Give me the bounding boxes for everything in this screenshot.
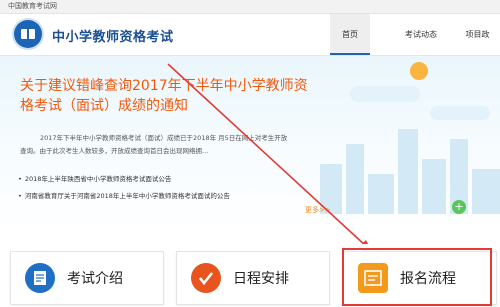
arrow-line xyxy=(167,63,367,247)
card-label: 日程安排 xyxy=(233,271,289,287)
card-exam-intro[interactable]: 考试介绍 xyxy=(10,251,164,305)
schedule-check-icon xyxy=(191,263,221,293)
card-label: 考试介绍 xyxy=(67,271,123,287)
exam-intro-icon xyxy=(25,263,55,293)
highlight-box xyxy=(342,248,492,306)
card-schedule[interactable]: 日程安排 xyxy=(176,251,330,305)
